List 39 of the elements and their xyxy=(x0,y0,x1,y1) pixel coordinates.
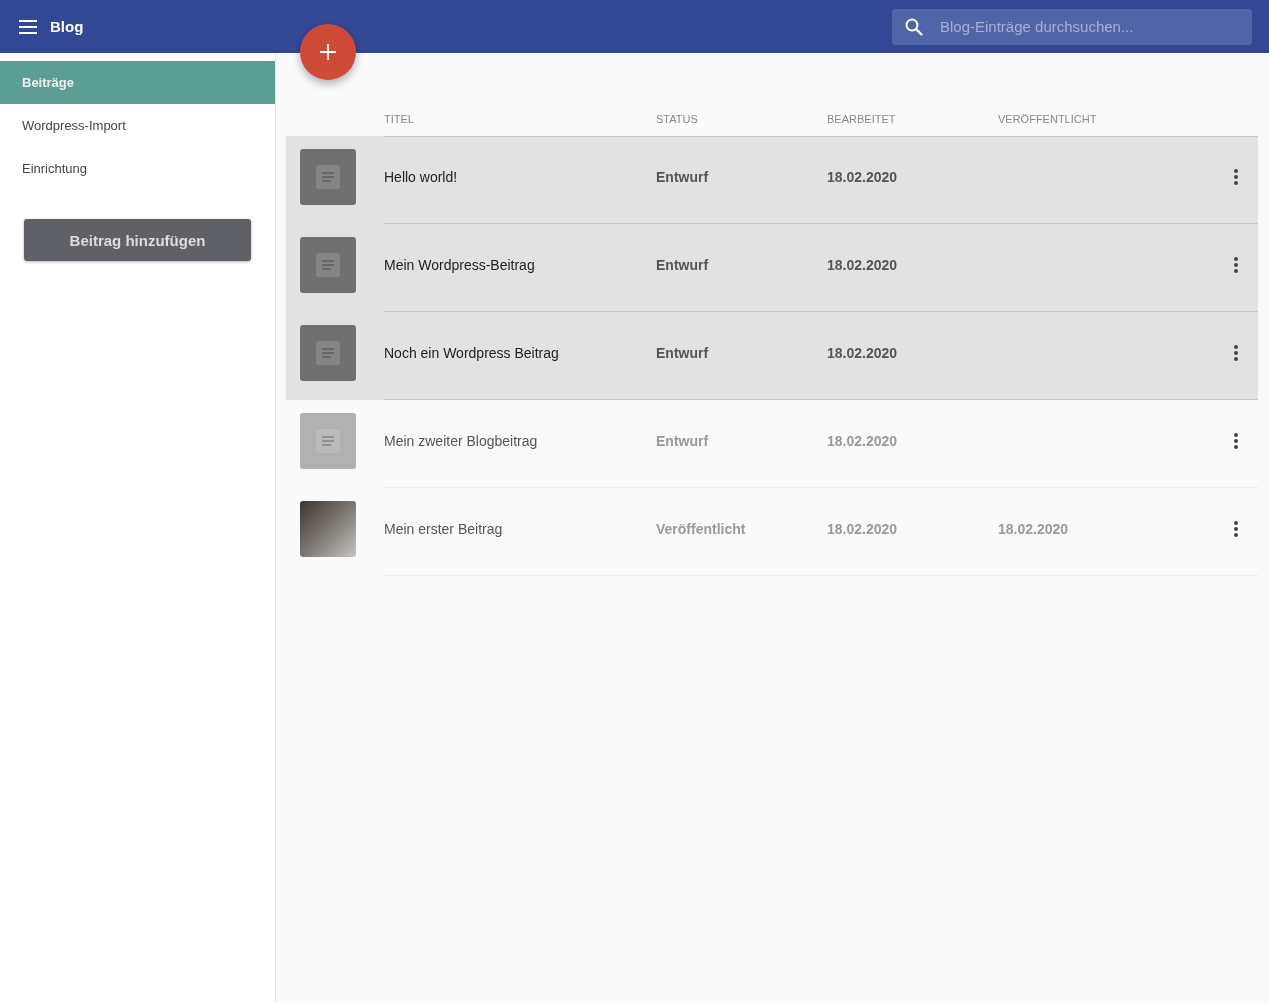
column-header: BEARBEITET xyxy=(827,112,897,125)
table-row[interactable]: Mein erster Beitrag Veröffentlicht 18.02.2020 18.02.2020 xyxy=(286,488,1258,576)
post-title: Mein Wordpress-Beitrag xyxy=(384,256,536,273)
published-date: 18.02.2020 xyxy=(998,520,1069,537)
table-row[interactable]: Mein zweiter Blogbeitrag Entwurf 18.02.2020 xyxy=(286,400,1258,488)
edited-date: 18.02.2020 xyxy=(827,520,899,537)
table-row[interactable]: Hello world! Entwurf 18.02.2020 xyxy=(286,136,1258,224)
post-status: Entwurf xyxy=(656,432,710,449)
post-title: Hello world! xyxy=(384,168,459,185)
post-status: Entwurf xyxy=(656,256,710,273)
add-post-button[interactable]: Beitrag hinzufügen xyxy=(24,219,251,261)
document-icon xyxy=(316,165,340,189)
document-icon xyxy=(316,429,340,453)
table-row[interactable]: Mein Wordpress-Beitrag Entwurf 18.02.2020 xyxy=(286,224,1258,312)
edited-date: 18.02.2020 xyxy=(827,168,899,185)
document-icon xyxy=(316,253,340,277)
table-row[interactable]: Noch ein Wordpress Beitrag Entwurf 18.02.2020 xyxy=(286,312,1258,400)
search-field[interactable]: Blog-Einträge durchsuchen... xyxy=(892,8,1252,45)
post-title: Mein erster Beitrag xyxy=(384,520,504,537)
column-header: VERÖFFENTLICHT xyxy=(998,112,1098,125)
sidebar-item[interactable]: Einrichtung xyxy=(0,147,275,190)
document-icon xyxy=(316,341,340,365)
edited-date: 18.02.2020 xyxy=(827,432,899,449)
post-title: Noch ein Wordpress Beitrag xyxy=(384,344,560,361)
search-icon xyxy=(904,16,924,37)
sidebar-item[interactable]: Wordpress-Import xyxy=(0,104,275,147)
column-header: STATUS xyxy=(656,112,699,125)
edited-date: 18.02.2020 xyxy=(827,344,899,361)
post-status: Veröffentlicht xyxy=(656,520,747,537)
post-status: Entwurf xyxy=(656,168,710,185)
menu-icon[interactable] xyxy=(19,19,37,34)
add-fab-button[interactable] xyxy=(300,24,356,80)
post-title: Mein zweiter Blogbeitrag xyxy=(384,432,539,449)
column-header: TITEL xyxy=(384,112,415,125)
post-status: Entwurf xyxy=(656,344,710,361)
photo-placeholder xyxy=(300,501,356,557)
app-title: Blog xyxy=(50,18,84,35)
edited-date: 18.02.2020 xyxy=(827,256,899,273)
plus-icon xyxy=(320,44,336,60)
